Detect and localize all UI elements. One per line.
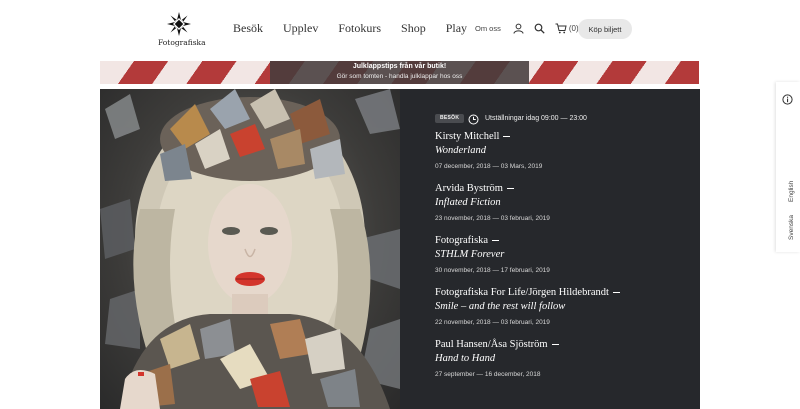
promo-banner[interactable]: Julklappstips från vår butik! Gör som to…: [100, 61, 699, 84]
search-icon[interactable]: [534, 23, 545, 34]
logo[interactable]: Fotografiska: [158, 11, 206, 47]
exhibition-dates: 27 september — 16 december, 2018: [435, 371, 541, 378]
visit-badge: BESÖK: [435, 114, 465, 123]
nav-item-upplev[interactable]: Upplev: [283, 21, 318, 36]
arrow-dash-icon: [551, 344, 559, 346]
clock-icon: [468, 112, 479, 130]
exhibition-item[interactable]: Fotografiska For Life/Jörgen Hildebrandt…: [435, 287, 620, 326]
cart-button[interactable]: (0): [555, 23, 579, 34]
exhibition-item[interactable]: Kirsty Mitchell Wonderland 07 december, …: [435, 131, 542, 170]
language-english[interactable]: English: [788, 181, 795, 202]
nav-item-play[interactable]: Play: [446, 21, 467, 36]
exhibition-dates: 07 december, 2018 — 03 Mars, 2019: [435, 163, 543, 170]
logo-mark-icon: [167, 12, 191, 36]
nav-item-shop[interactable]: Shop: [401, 21, 426, 36]
exhibitions-panel: BESÖK Utställningar idag 09:00 — 23:00 K…: [400, 89, 700, 409]
exhibition-dates: 23 november, 2018 — 03 februari, 2019: [435, 215, 550, 222]
buy-ticket-button[interactable]: Köp biljett: [578, 19, 632, 39]
hero-section: BESÖK Utställningar idag 09:00 — 23:00 K…: [100, 89, 700, 409]
exhibition-title: Hand to Hand: [435, 353, 496, 364]
logo-text: Fotografiska: [158, 38, 206, 47]
opening-hours: Utställningar idag 09:00 — 23:00: [485, 115, 587, 122]
exhibition-artist: Arvida Byström: [435, 183, 503, 194]
arrow-dash-icon: [503, 136, 511, 138]
user-icon[interactable]: [513, 23, 524, 34]
exhibition-item[interactable]: Fotografiska STHLM Forever 30 november, …: [435, 235, 550, 274]
about-link[interactable]: Om oss: [475, 24, 501, 33]
exhibition-item[interactable]: Paul Hansen/Åsa Sjöström Hand to Hand 27…: [435, 339, 559, 378]
main-nav: Besök Upplev Fotokurs Shop Play: [233, 21, 487, 36]
arrow-dash-icon: [612, 292, 620, 294]
exhibition-artist: Kirsty Mitchell: [435, 131, 500, 142]
exhibition-artist: Paul Hansen/Åsa Sjöström: [435, 339, 548, 350]
hero-photo[interactable]: [100, 89, 400, 409]
cart-icon: [555, 23, 567, 33]
side-language-tab: English Svenska: [776, 82, 800, 252]
exhibition-title: Inflated Fiction: [435, 197, 501, 208]
info-icon[interactable]: [782, 92, 793, 110]
exhibition-dates: 30 november, 2018 — 17 februari, 2019: [435, 267, 550, 274]
site-header: Fotografiska Besök Upplev Fotokurs Shop …: [0, 0, 800, 60]
exhibition-title: Smile – and the rest will follow: [435, 301, 566, 312]
butterfly-portrait-image: [100, 89, 400, 409]
exhibition-item[interactable]: Arvida Byström Inflated Fiction 23 novem…: [435, 183, 550, 222]
language-svenska[interactable]: Svenska: [788, 215, 795, 240]
exhibition-title: STHLM Forever: [435, 249, 505, 260]
exhibition-artist: Fotografiska: [435, 235, 489, 246]
nav-item-besok[interactable]: Besök: [233, 21, 263, 36]
exhibition-artist: Fotografiska For Life/Jörgen Hildebrandt: [435, 287, 609, 298]
arrow-dash-icon: [506, 188, 514, 190]
nav-item-fotokurs[interactable]: Fotokurs: [338, 21, 381, 36]
utility-nav: Om oss (0): [475, 20, 579, 36]
arrow-dash-icon: [492, 240, 500, 242]
exhibition-dates: 22 november, 2018 — 03 februari, 2019: [435, 319, 550, 326]
banner-subtitle: Gör som tomten - handla julklappar hos o…: [336, 73, 463, 80]
exhibition-title: Wonderland: [435, 145, 486, 156]
banner-title: Julklappstips från vår butik!: [352, 63, 447, 70]
